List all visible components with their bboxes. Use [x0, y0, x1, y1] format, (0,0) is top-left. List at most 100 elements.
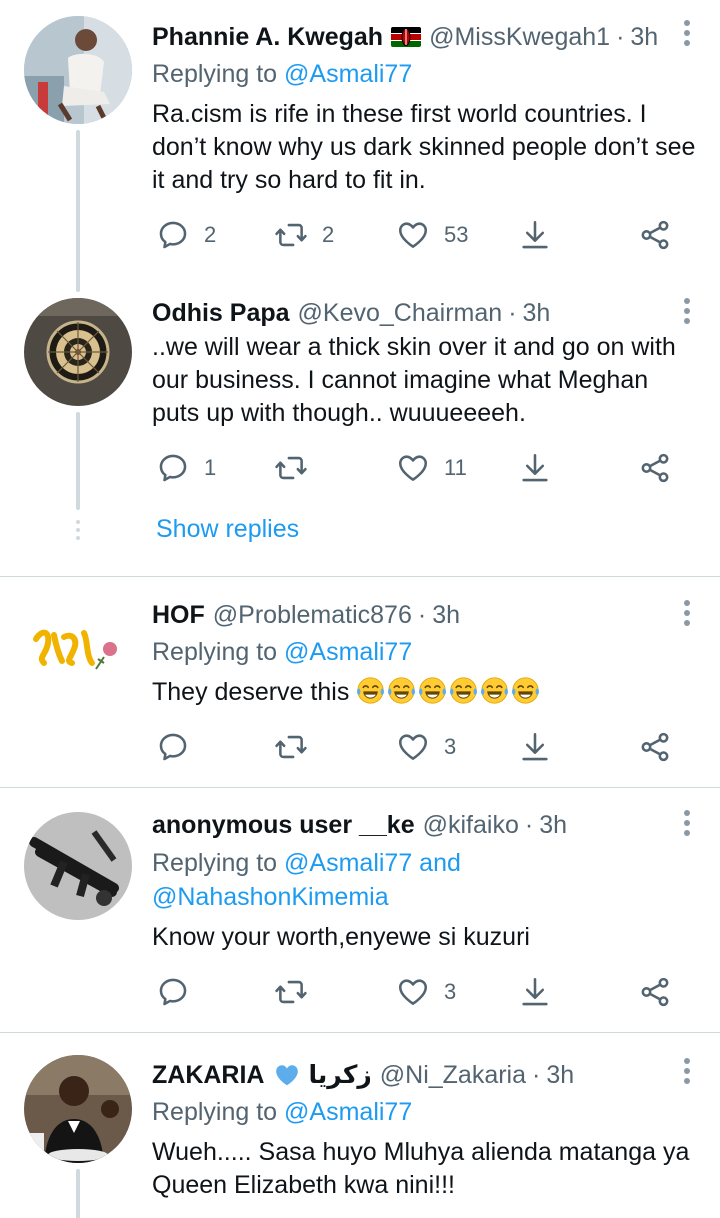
- download-button[interactable]: [518, 972, 552, 1012]
- display-name[interactable]: Odhis Papa: [152, 299, 290, 328]
- share-button[interactable]: [638, 215, 672, 255]
- user-handle[interactable]: @kifaiko: [423, 811, 519, 840]
- replying-to-label: Replying to: [152, 1098, 285, 1126]
- like-button[interactable]: 53: [396, 215, 468, 255]
- mention-link[interactable]: @Asmali77: [284, 638, 412, 666]
- tweet-text-line: They deserve this: [152, 678, 350, 706]
- reply-icon: [156, 451, 190, 485]
- timestamp[interactable]: 3h: [432, 601, 460, 630]
- timestamp[interactable]: 3h: [630, 23, 658, 52]
- avatar[interactable]: [24, 589, 132, 697]
- blue-heart-icon: [275, 1065, 298, 1086]
- tweet-text: ..we will wear a thick skin over it and …: [152, 331, 696, 430]
- display-name[interactable]: Phannie A. Kwegah: [152, 23, 383, 52]
- retweet-count: 2: [322, 222, 335, 247]
- avatar[interactable]: [24, 812, 132, 920]
- more-options-icon[interactable]: [684, 600, 690, 630]
- thread-line: [76, 130, 80, 292]
- tweet-text-line: Ra.cism is rife in these first world cou…: [152, 100, 647, 128]
- like-count: 11: [444, 455, 467, 480]
- display-name[interactable]: anonymous user __ke: [152, 811, 415, 840]
- like-icon: [396, 218, 430, 252]
- user-handle[interactable]: @Problematic876: [213, 601, 412, 630]
- joy-emoji-icon: [449, 676, 478, 705]
- thread-dots: [76, 520, 80, 544]
- tweet-text: Wueh..... Sasa huyo Mluhya aliendа matan…: [152, 1136, 696, 1202]
- tweet-actions: 2 2 53: [152, 215, 692, 255]
- retweet-icon: [274, 975, 308, 1009]
- arabic-name: زكريا: [308, 1061, 372, 1089]
- more-options-icon[interactable]: [684, 20, 690, 50]
- like-count: 53: [444, 222, 469, 247]
- tweet-item[interactable]: Phannie A. Kwegah @MissKwegah1 · 3h Repl…: [0, 0, 720, 292]
- retweet-button[interactable]: [274, 448, 322, 488]
- replying-to-label: Replying to: [152, 849, 285, 877]
- replying-to-label: Replying to: [152, 60, 285, 88]
- user-handle[interactable]: @Kevo_Chairman: [298, 299, 503, 328]
- user-handle[interactable]: @MissKwegah1: [429, 23, 610, 52]
- retweet-button[interactable]: [274, 727, 308, 767]
- timestamp[interactable]: 3h: [546, 1061, 574, 1090]
- avatar[interactable]: [24, 298, 132, 406]
- reply-button[interactable]: 1: [156, 448, 216, 488]
- user-handle[interactable]: @Ni_Zakaria: [380, 1061, 526, 1090]
- share-icon: [638, 730, 672, 764]
- mention-link[interactable]: @Asmali77 and: [284, 849, 461, 877]
- tweet-item[interactable]: Odhis Papa @Kevo_Chairman · 3h ..we will…: [0, 290, 720, 576]
- share-button[interactable]: [638, 727, 672, 767]
- timestamp[interactable]: 3h: [539, 811, 567, 840]
- reply-button[interactable]: 2: [156, 215, 216, 255]
- replying-to: Replying to @Asmali77: [152, 57, 690, 91]
- tweet-header: Phannie A. Kwegah @MissKwegah1 · 3h: [152, 20, 664, 54]
- thread-line: [76, 1169, 80, 1218]
- separator-dot: ·: [524, 810, 534, 839]
- tweet-item[interactable]: HOF @Problematic876 · 3h Replying to @As…: [0, 577, 720, 787]
- like-icon: [396, 975, 430, 1009]
- reply-button[interactable]: [156, 727, 190, 767]
- tweet-text-line: Wueh..... Sasa huyo Mluhya aliendа matan…: [152, 1138, 690, 1166]
- mention-link[interactable]: @Asmali77: [284, 1098, 412, 1126]
- tweet-item[interactable]: anonymous user __ke @kifaiko · 3h Replyi…: [0, 788, 720, 1032]
- tweet-item[interactable]: ZAKARIA زكريا @Ni_Zakaria · 3h Replying …: [0, 1033, 720, 1218]
- download-button[interactable]: [518, 215, 552, 255]
- tweet-text-line: don’t know why us dark skinned people do…: [152, 133, 696, 161]
- reply-icon: [156, 730, 190, 764]
- download-button[interactable]: [518, 448, 552, 488]
- retweet-button[interactable]: 2: [274, 215, 334, 255]
- joy-emoji-icon: [511, 676, 540, 705]
- show-replies-link[interactable]: Show replies: [156, 515, 299, 544]
- timestamp[interactable]: 3h: [523, 299, 551, 328]
- joy-emoji-icon: [356, 676, 385, 705]
- reply-button[interactable]: [156, 972, 190, 1012]
- replying-to: Replying to @Asmali77: [152, 1095, 690, 1129]
- more-options-icon[interactable]: [684, 810, 690, 840]
- retweet-button[interactable]: [274, 972, 308, 1012]
- download-icon: [518, 975, 552, 1009]
- avatar[interactable]: [24, 16, 132, 124]
- mention-link[interactable]: @NahashonKimemia: [152, 880, 690, 914]
- share-button[interactable]: [638, 972, 672, 1012]
- tweet-actions: 1 11: [152, 448, 692, 488]
- retweet-icon: [274, 218, 308, 252]
- more-options-icon[interactable]: [684, 298, 690, 328]
- tweet-text-line: our business. I cannot imagine what Megh…: [152, 366, 649, 394]
- joy-emoji-icon: [387, 676, 416, 705]
- tweet-actions: 3: [152, 972, 692, 1012]
- separator-dot: ·: [508, 298, 517, 327]
- like-button[interactable]: 3: [396, 727, 456, 767]
- download-button[interactable]: [518, 727, 552, 767]
- avatar-photo-dartboard: [24, 298, 132, 406]
- reply-count: 1: [204, 455, 217, 480]
- tweet-header: Odhis Papa @Kevo_Chairman · 3h: [152, 296, 664, 330]
- avatar[interactable]: [24, 1055, 132, 1163]
- display-name[interactable]: HOF: [152, 601, 205, 630]
- download-icon: [518, 451, 552, 485]
- more-options-icon[interactable]: [684, 1058, 690, 1088]
- share-button[interactable]: [638, 448, 672, 488]
- like-button[interactable]: 3: [396, 972, 456, 1012]
- mention-link[interactable]: @Asmali77: [284, 60, 412, 88]
- tweet-text: Know your worth,enyewe si kuzuri: [152, 921, 696, 954]
- avatar-photo-rifle: [24, 812, 132, 920]
- display-name[interactable]: ZAKARIA: [152, 1061, 265, 1090]
- like-button[interactable]: 11: [396, 448, 467, 488]
